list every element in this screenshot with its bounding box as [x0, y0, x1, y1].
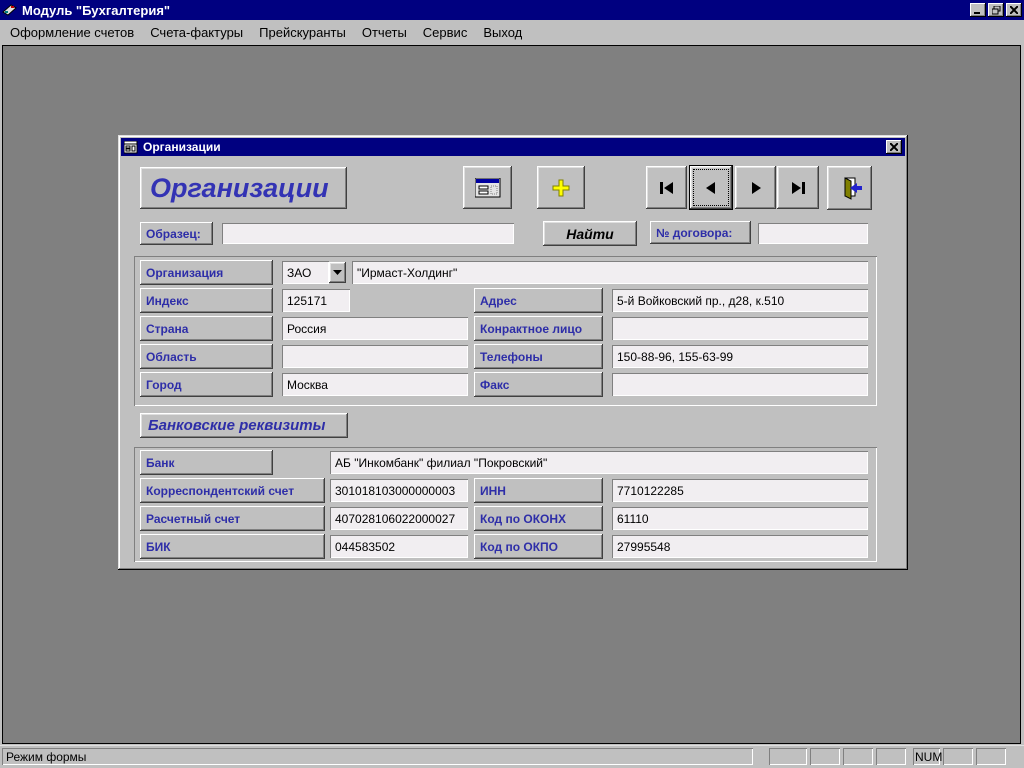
close-button[interactable] — [1006, 3, 1022, 17]
inn-input[interactable] — [612, 479, 868, 502]
city-input[interactable] — [282, 373, 468, 396]
fax-label: Факс — [474, 372, 603, 397]
contact-person-input[interactable] — [612, 317, 868, 340]
settlement-account-label: Расчетный счет — [140, 506, 325, 531]
status-panel-3 — [843, 748, 873, 765]
status-panel-1 — [769, 748, 807, 765]
organization-name-input[interactable] — [352, 261, 868, 284]
app-title: Модуль "Бухгалтерия" — [22, 3, 968, 18]
okpo-code-label: Код по ОКПО — [474, 534, 603, 559]
contract-number-input[interactable] — [758, 223, 868, 244]
okonh-code-input[interactable] — [612, 507, 868, 530]
exit-form-button[interactable] — [827, 166, 872, 210]
status-panel-4 — [876, 748, 906, 765]
restore-button[interactable] — [988, 3, 1004, 17]
form-view-icon — [475, 178, 501, 198]
form-close-icon — [890, 143, 898, 151]
menu-item-reports[interactable]: Отчеты — [354, 22, 415, 43]
form-heading: Организации — [140, 167, 347, 209]
postcode-label: Индекс — [140, 288, 273, 313]
organization-type-dropdown-button[interactable] — [329, 262, 346, 283]
postcode-input[interactable] — [282, 289, 350, 312]
menu-bar: Оформление счетов Счета-фактуры Прейскур… — [0, 20, 1024, 44]
app-icon — [2, 3, 18, 17]
app-titlebar: Модуль "Бухгалтерия" — [0, 0, 1024, 20]
correspondent-account-input[interactable] — [330, 479, 468, 502]
form-title: Организации — [143, 140, 884, 154]
status-bar: Режим формы NUM — [0, 745, 1024, 768]
contract-number-label: № договора: — [650, 221, 751, 244]
correspondent-account-label: Корреспондентский счет — [140, 478, 325, 503]
add-record-icon — [552, 179, 570, 197]
bik-label: БИК — [140, 534, 325, 559]
region-input[interactable] — [282, 345, 468, 368]
minimize-icon — [974, 6, 982, 14]
menu-item-invoices[interactable]: Оформление счетов — [2, 22, 142, 43]
address-input[interactable] — [612, 289, 868, 312]
form-titlebar: Организации — [121, 138, 905, 156]
okonh-code-label: Код по ОКОНХ — [474, 506, 603, 531]
phones-label: Телефоны — [474, 344, 603, 369]
exit-door-icon — [837, 176, 863, 200]
close-icon — [1010, 6, 1018, 14]
last-record-icon — [790, 182, 806, 194]
organization-type-combo[interactable] — [282, 261, 329, 284]
status-mode-text: Режим формы — [6, 750, 86, 764]
city-label: Город — [140, 372, 273, 397]
status-panel-2 — [810, 748, 840, 765]
previous-record-button[interactable] — [689, 165, 733, 210]
region-label: Область — [140, 344, 273, 369]
bik-input[interactable] — [330, 535, 468, 558]
minimize-button[interactable] — [970, 3, 986, 17]
sample-label: Образец: — [140, 222, 213, 245]
status-panel-5 — [943, 748, 973, 765]
phones-input[interactable] — [612, 345, 868, 368]
menu-item-invoice-factures[interactable]: Счета-фактуры — [142, 22, 251, 43]
form-close-button[interactable] — [886, 140, 902, 154]
num-lock-text: NUM — [915, 750, 942, 764]
country-input[interactable] — [282, 317, 468, 340]
settlement-account-input[interactable] — [330, 507, 468, 530]
form-icon — [124, 141, 138, 154]
restore-icon — [992, 6, 1001, 15]
next-record-icon — [749, 182, 763, 194]
status-mode-panel: Режим формы — [2, 748, 753, 765]
num-lock-indicator: NUM — [913, 748, 940, 765]
status-panel-6 — [976, 748, 1006, 765]
country-label: Страна — [140, 316, 273, 341]
bank-details-heading: Банковские реквизиты — [140, 413, 348, 438]
inn-label: ИНН — [474, 478, 603, 503]
first-record-icon — [659, 182, 675, 194]
next-record-button[interactable] — [735, 166, 776, 209]
organization-label: Организация — [140, 260, 273, 285]
okpo-code-input[interactable] — [612, 535, 868, 558]
bank-label: Банк — [140, 450, 273, 475]
menu-item-exit[interactable]: Выход — [475, 22, 530, 43]
add-record-button[interactable] — [537, 166, 585, 209]
menu-item-service[interactable]: Сервис — [415, 22, 476, 43]
address-label: Адрес — [474, 288, 603, 313]
previous-record-icon — [704, 182, 718, 194]
sample-input[interactable] — [222, 223, 514, 244]
find-button[interactable]: Найти — [543, 221, 637, 246]
first-record-button[interactable] — [646, 166, 687, 209]
fax-input[interactable] — [612, 373, 868, 396]
chevron-down-icon — [333, 270, 342, 275]
menu-item-pricelists[interactable]: Прейскуранты — [251, 22, 354, 43]
bank-input[interactable] — [330, 451, 868, 474]
last-record-button[interactable] — [777, 166, 819, 209]
form-view-button[interactable] — [463, 166, 512, 209]
contact-person-label: Конрактное лицо — [474, 316, 603, 341]
organizations-form-window: Организации Организации — [118, 135, 908, 570]
